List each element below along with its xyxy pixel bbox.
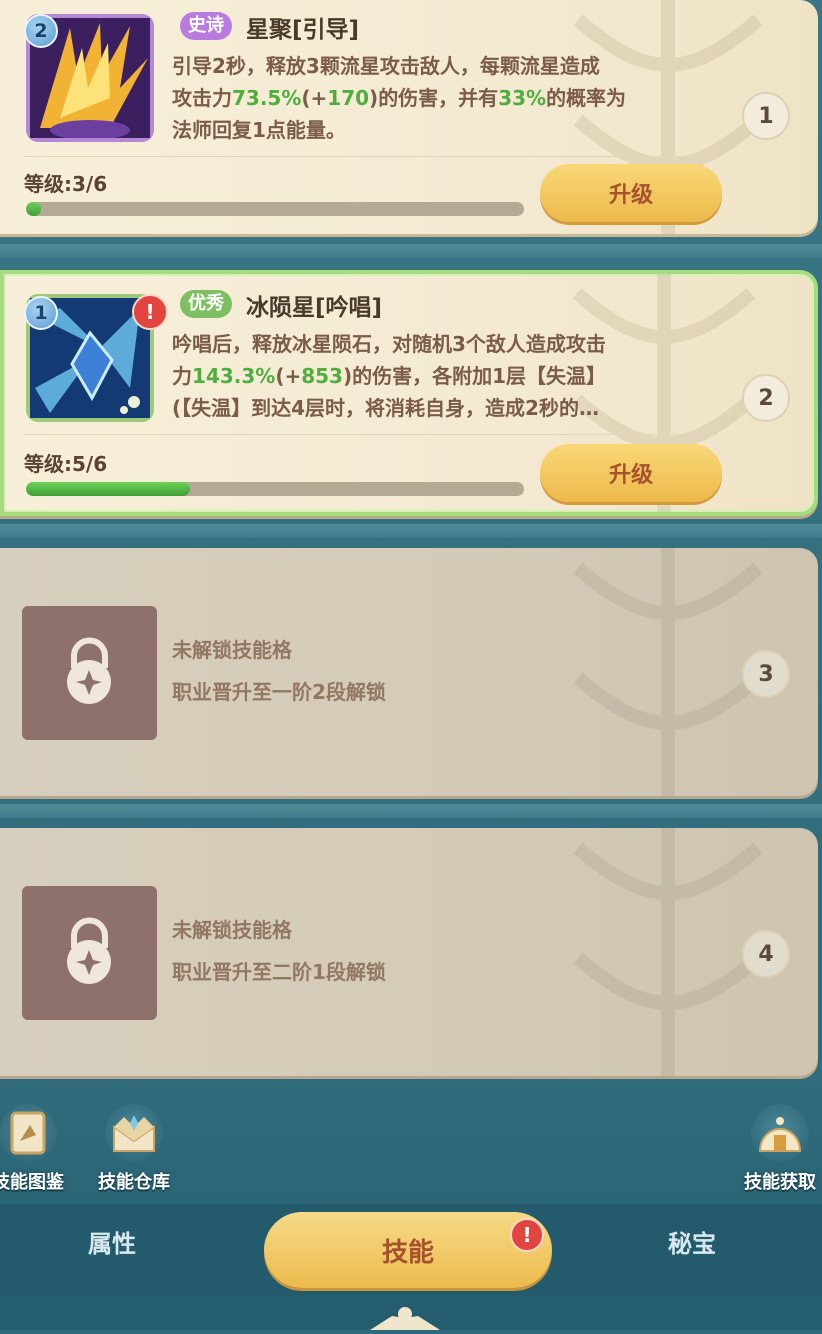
upgrade-button[interactable]: 升级 [540, 164, 722, 222]
acquire-label: 技能获取 [744, 1172, 816, 1193]
unlock-hint: 职业晋升至一阶2段解锁 [172, 680, 386, 704]
skill-codex-button[interactable]: 技能图鉴 [0, 1104, 64, 1194]
divider [0, 524, 822, 538]
divider-line [24, 434, 718, 435]
menu-crest-icon [370, 1307, 440, 1330]
storage-label: 技能仓库 [98, 1172, 170, 1193]
rarity-badge-good: 优秀 [180, 290, 232, 318]
storage-chest-icon [105, 1104, 163, 1162]
alert-icon: ! [510, 1218, 544, 1252]
skill-name: 冰陨星[吟唱] [246, 295, 383, 321]
lock-icon [67, 917, 111, 984]
desc-line-2: 攻击力73.5%(+170)的伤害，并有33%的概率为 [172, 86, 627, 110]
level-text: 等级:3/6 [24, 172, 108, 196]
skill-slot-2[interactable]: 1 ! 优秀 冰陨星[吟唱] 吟唱后，释放冰星陨石，对随机3个敌人造成攻击 力1… [0, 270, 818, 516]
locked-slot-box [22, 886, 157, 1020]
tab-attributes[interactable]: 属性 [88, 1224, 136, 1259]
codex-book-icon [0, 1104, 57, 1162]
desc-line-2: 力143.3%(+853)的伤害，各附加1层【失温】 [172, 364, 607, 388]
locked-title: 未解锁技能格 [172, 638, 292, 662]
desc-line-3: 法师回复1点能量。 [172, 118, 346, 142]
divider [0, 244, 822, 258]
desc-line-1: 引导2秒，释放3颗流星攻击敌人，每颗流星造成 [172, 54, 600, 78]
rarity-badge-epic: 史诗 [180, 12, 232, 40]
skill-slot-4-locked[interactable]: 未解锁技能格 职业晋升至二阶1段解锁 4 [0, 828, 818, 1076]
tab-skills-label: 技能 [381, 1237, 434, 1268]
level-progress-bar [26, 202, 524, 216]
skill-level-badge: 2 [24, 14, 58, 48]
alert-icon: ! [132, 294, 168, 330]
footer-area [0, 1296, 822, 1330]
codex-label: 技能图鉴 [0, 1172, 64, 1193]
tab-treasure[interactable]: 秘宝 [668, 1224, 716, 1259]
upgrade-button[interactable]: 升级 [540, 444, 722, 502]
level-text: 等级:5/6 [24, 452, 108, 476]
slot-number: 1 [742, 92, 790, 140]
skill-level-badge: 1 [24, 296, 58, 330]
tab-skills[interactable]: 技能 [264, 1212, 552, 1288]
skill-slot-3-locked[interactable]: 未解锁技能格 职业晋升至一阶2段解锁 3 [0, 548, 818, 796]
desc-line-1: 吟唱后，释放冰星陨石，对随机3个敌人造成攻击 [172, 332, 606, 356]
slot-number: 3 [742, 650, 790, 698]
divider [0, 804, 822, 818]
skill-acquire-button[interactable]: 技能获取 [744, 1104, 816, 1194]
level-progress-bar [26, 482, 524, 496]
skill-storage-button[interactable]: 技能仓库 [98, 1104, 170, 1194]
level-progress-fill [26, 482, 191, 496]
level-progress-fill [26, 202, 41, 216]
slot-number: 2 [742, 374, 790, 422]
desc-line-3: (【失温】到达4层时，将消耗自身，造成2秒的… [172, 396, 599, 420]
unlock-hint: 职业晋升至二阶1段解锁 [172, 960, 386, 984]
skill-description: 引导2秒，释放3颗流星攻击敌人，每颗流星造成 攻击力73.5%(+170)的伤害… [172, 50, 712, 146]
skill-description: 吟唱后，释放冰星陨石，对随机3个敌人造成攻击 力143.3%(+853)的伤害，… [172, 328, 712, 424]
skill-slot-1[interactable]: 2 史诗 星聚[引导] 引导2秒，释放3颗流星攻击敌人，每颗流星造成 攻击力73… [0, 0, 818, 234]
locked-title: 未解锁技能格 [172, 918, 292, 942]
skill-name: 星聚[引导] [246, 17, 360, 43]
slot-number: 4 [742, 930, 790, 978]
lock-icon [67, 637, 111, 704]
divider-line [24, 156, 718, 157]
locked-slot-box [22, 606, 157, 740]
acquire-dome-icon [751, 1104, 809, 1162]
